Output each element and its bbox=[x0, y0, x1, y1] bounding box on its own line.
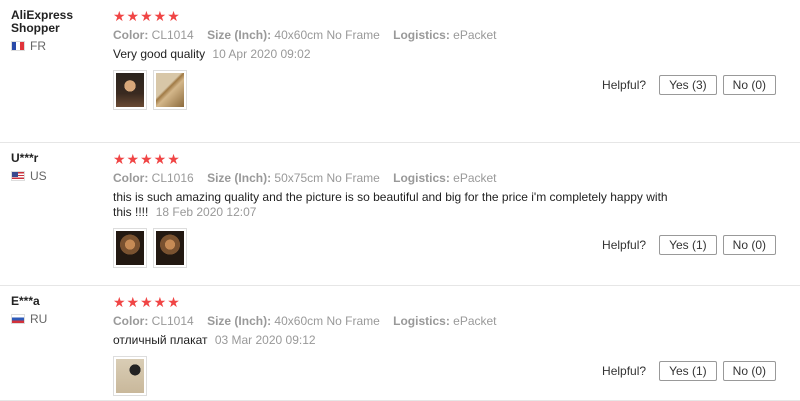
review-photos bbox=[113, 70, 683, 110]
flag-us-icon bbox=[11, 171, 25, 181]
reviewer-name: AliExpress Shopper bbox=[11, 8, 74, 35]
logistics-label: Logistics: bbox=[393, 171, 450, 185]
review-photo-thumbnail[interactable] bbox=[113, 70, 147, 110]
size-value: 40x60cm No Frame bbox=[274, 28, 380, 42]
color-label: Color: bbox=[113, 28, 149, 42]
size-value: 50x75cm No Frame bbox=[274, 171, 380, 185]
helpful-votes: Helpful? Yes (3) No (0) bbox=[602, 75, 776, 95]
color-label: Color: bbox=[113, 171, 149, 185]
logistics-value: ePacket bbox=[453, 28, 497, 42]
helpful-label: Helpful? bbox=[602, 78, 647, 92]
logistics-label: Logistics: bbox=[393, 28, 450, 42]
helpful-label: Helpful? bbox=[602, 238, 647, 252]
review-text: Very good quality bbox=[113, 47, 206, 61]
reviewer-country: FR bbox=[11, 39, 101, 53]
helpful-no-button[interactable]: No (0) bbox=[722, 75, 776, 95]
logistics-value: ePacket bbox=[453, 171, 497, 185]
review-list: AliExpress Shopper FR ★★★★★ Color: CL101… bbox=[0, 0, 800, 401]
reviewer-country: RU bbox=[11, 312, 101, 326]
review-photos bbox=[113, 356, 683, 396]
helpful-label: Helpful? bbox=[602, 364, 647, 378]
helpful-no-button[interactable]: No (0) bbox=[722, 235, 776, 255]
review-item: AliExpress Shopper FR ★★★★★ Color: CL101… bbox=[0, 0, 800, 143]
helpful-votes: Helpful? Yes (1) No (0) bbox=[602, 235, 776, 255]
reviewer-info: U***r US bbox=[11, 152, 101, 183]
flag-france-icon bbox=[11, 41, 25, 51]
country-code: US bbox=[30, 169, 47, 183]
review-text-block: отличный плакат 03 Mar 2020 09:12 bbox=[113, 333, 683, 348]
size-label: Size (Inch): bbox=[207, 28, 272, 42]
star-rating: ★★★★★ bbox=[113, 151, 181, 167]
review-photos bbox=[113, 228, 683, 268]
reviewer-info: AliExpress Shopper FR bbox=[11, 9, 101, 53]
order-attributes: Color: CL1016 Size (Inch): 50x75cm No Fr… bbox=[113, 171, 683, 185]
reviewer-info: E***a RU bbox=[11, 295, 101, 326]
helpful-no-button[interactable]: No (0) bbox=[722, 361, 776, 381]
helpful-yes-button[interactable]: Yes (1) bbox=[659, 361, 717, 381]
reviewer-name: U***r bbox=[11, 151, 39, 165]
review-content: ★★★★★ Color: CL1016 Size (Inch): 50x75cm… bbox=[113, 152, 683, 268]
star-rating: ★★★★★ bbox=[113, 294, 181, 310]
review-photo-thumbnail[interactable] bbox=[153, 70, 187, 110]
size-label: Size (Inch): bbox=[207, 314, 272, 328]
review-photo-thumbnail[interactable] bbox=[153, 228, 187, 268]
review-photo-thumbnail[interactable] bbox=[113, 356, 147, 396]
country-code: FR bbox=[30, 39, 46, 53]
review-content: ★★★★★ Color: CL1014 Size (Inch): 40x60cm… bbox=[113, 9, 683, 110]
country-code: RU bbox=[30, 312, 48, 326]
helpful-votes: Helpful? Yes (1) No (0) bbox=[602, 361, 776, 381]
review-date: 18 Feb 2020 12:07 bbox=[155, 205, 257, 219]
reviewer-name: E***a bbox=[11, 294, 40, 308]
review-date: 03 Mar 2020 09:12 bbox=[214, 333, 316, 347]
review-item: E***a RU ★★★★★ Color: CL1014 Size (Inch)… bbox=[0, 286, 800, 401]
order-attributes: Color: CL1014 Size (Inch): 40x60cm No Fr… bbox=[113, 28, 683, 42]
color-label: Color: bbox=[113, 314, 149, 328]
helpful-yes-button[interactable]: Yes (3) bbox=[659, 75, 717, 95]
review-text-block: this is such amazing quality and the pic… bbox=[113, 190, 683, 220]
review-content: ★★★★★ Color: CL1014 Size (Inch): 40x60cm… bbox=[113, 295, 683, 396]
review-item: U***r US ★★★★★ Color: CL1016 Size (Inch)… bbox=[0, 143, 800, 286]
order-attributes: Color: CL1014 Size (Inch): 40x60cm No Fr… bbox=[113, 314, 683, 328]
reviewer-country: US bbox=[11, 169, 101, 183]
review-date: 10 Apr 2020 09:02 bbox=[212, 47, 311, 61]
review-photo-thumbnail[interactable] bbox=[113, 228, 147, 268]
color-value: CL1014 bbox=[151, 28, 194, 42]
size-value: 40x60cm No Frame bbox=[274, 314, 380, 328]
star-rating: ★★★★★ bbox=[113, 8, 181, 24]
logistics-label: Logistics: bbox=[393, 314, 450, 328]
flag-russia-icon bbox=[11, 314, 25, 324]
color-value: CL1016 bbox=[151, 171, 194, 185]
review-text: отличный плакат bbox=[113, 333, 208, 347]
color-value: CL1014 bbox=[151, 314, 194, 328]
review-text-block: Very good quality 10 Apr 2020 09:02 bbox=[113, 47, 683, 62]
helpful-yes-button[interactable]: Yes (1) bbox=[659, 235, 717, 255]
size-label: Size (Inch): bbox=[207, 171, 272, 185]
logistics-value: ePacket bbox=[453, 314, 497, 328]
